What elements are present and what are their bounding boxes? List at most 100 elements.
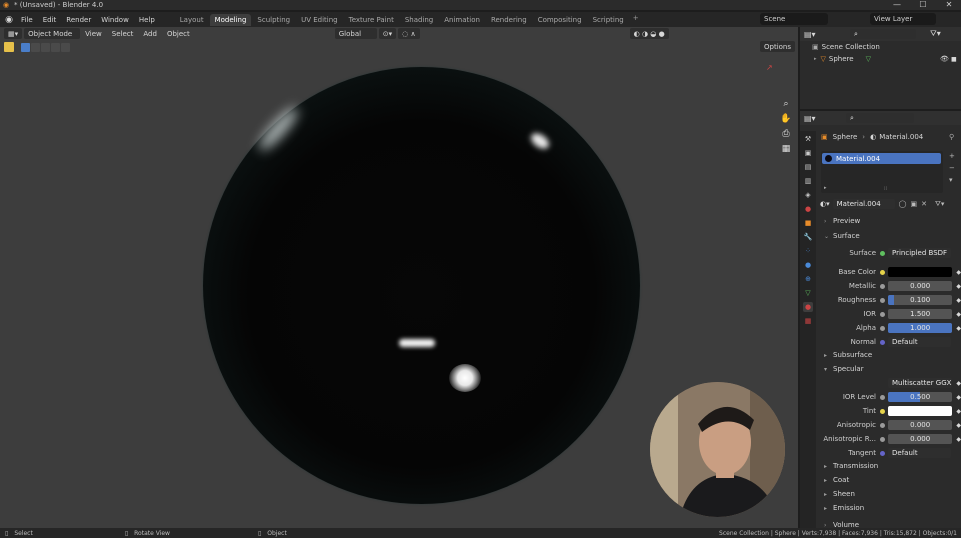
add-workspace-button[interactable]: + — [630, 14, 642, 26]
tab-layout[interactable]: Layout — [175, 14, 209, 26]
ior-field[interactable]: 1.500 — [888, 309, 953, 319]
menu-add[interactable]: Add — [138, 30, 162, 38]
hand-icon[interactable]: ✋ — [780, 114, 791, 124]
modifier-tab-icon[interactable]: 🔧 — [803, 232, 813, 242]
filter-icon[interactable]: ⛛▾ — [935, 200, 944, 209]
distribution-dropdown[interactable]: Multiscatter GGX — [888, 378, 953, 388]
snap-button[interactable]: ⊙▾ — [378, 28, 397, 39]
scene-tab-icon[interactable]: ◈ — [803, 190, 813, 200]
texture-tab-icon[interactable]: ▦ — [803, 316, 813, 326]
grid-icon[interactable]: ▦ — [782, 144, 791, 154]
section-surface[interactable]: ⌄ Surface — [824, 230, 954, 242]
outliner-editor-icon[interactable]: ▤▾ — [804, 30, 816, 39]
select-subtract-icon[interactable] — [41, 42, 50, 52]
select-box-icon[interactable] — [21, 42, 30, 52]
select-extend-icon[interactable] — [31, 42, 40, 52]
base-color-swatch[interactable] — [888, 267, 953, 277]
duplicate-icon[interactable]: ▣ — [910, 200, 917, 208]
view-layer-selector[interactable]: View Layer — [870, 13, 936, 25]
material-tab-icon[interactable]: ● — [803, 302, 813, 312]
render-camera-icon[interactable]: ■ — [951, 56, 957, 63]
physics-tab-icon[interactable]: ● — [803, 260, 813, 270]
options-button[interactable]: Options — [760, 41, 796, 52]
mode-selector[interactable]: Object Mode — [24, 28, 81, 39]
menu-help[interactable]: Help — [134, 16, 160, 24]
section-transmission[interactable]: ▸ Transmission — [824, 460, 954, 472]
constraints-tab-icon[interactable]: ⊕ — [803, 274, 813, 284]
keyframe-dot-icon[interactable]: ◆ — [956, 297, 961, 304]
filter-icon[interactable]: ⛛▾ — [930, 29, 941, 39]
tab-shading[interactable]: Shading — [400, 14, 438, 26]
menu-window[interactable]: Window — [96, 16, 134, 24]
select-intersect-icon[interactable] — [61, 42, 70, 52]
menu-edit[interactable]: Edit — [38, 16, 62, 24]
menu-render[interactable]: Render — [61, 16, 96, 24]
fake-user-icon[interactable]: ◯ — [899, 200, 907, 208]
tangent-field[interactable]: Default — [888, 448, 951, 458]
blender-menu-icon[interactable]: ◉ — [2, 15, 16, 25]
normal-field[interactable]: Default — [888, 337, 951, 347]
metallic-slider[interactable]: 0.000 — [888, 281, 953, 291]
keyframe-dot-icon[interactable]: ◆ — [956, 394, 961, 401]
render-tab-icon[interactable]: ▣ — [803, 148, 813, 158]
menu-file[interactable]: File — [16, 16, 38, 24]
world-tab-icon[interactable]: ● — [803, 204, 813, 214]
keyframe-dot-icon[interactable]: ◆ — [956, 380, 961, 387]
section-subsurface[interactable]: ▸ Subsurface — [824, 349, 954, 361]
anisotropic-slider[interactable]: 0.000 — [888, 420, 953, 430]
section-coat[interactable]: ▸ Coat — [824, 474, 954, 486]
resize-handle[interactable]: ⁞⁞ — [884, 186, 887, 192]
select-tool-icon[interactable] — [4, 42, 14, 52]
tool-tab-icon[interactable]: ⚒ — [803, 134, 813, 144]
viewport-shading-button[interactable]: ◐ ◑ ◒ ● — [629, 28, 669, 39]
roughness-slider[interactable]: 0.100 — [888, 295, 953, 305]
outliner-root[interactable]: Scene Collection — [822, 43, 880, 51]
menu-object[interactable]: Object — [162, 30, 195, 38]
keyframe-dot-icon[interactable]: ◆ — [956, 311, 961, 318]
surface-shader-field[interactable]: Principled BSDF — [888, 248, 951, 258]
properties-editor-icon[interactable]: ▤▾ — [804, 114, 816, 123]
data-tab-icon[interactable]: ▽ — [803, 288, 813, 298]
material-name-field[interactable]: Material.004 — [832, 199, 895, 209]
section-preview[interactable]: › Preview — [824, 215, 954, 227]
tab-rendering[interactable]: Rendering — [486, 14, 532, 26]
material-slot[interactable]: Material.004 — [822, 153, 941, 164]
particles-tab-icon[interactable]: ⁘ — [803, 246, 813, 256]
menu-view[interactable]: View — [80, 30, 107, 38]
editor-type-button[interactable]: ▦▾ — [4, 28, 23, 39]
tab-scripting[interactable]: Scripting — [588, 14, 629, 26]
camera-icon[interactable]: ⎙ — [782, 129, 789, 139]
material-browse-icon[interactable]: ◐▾ — [820, 200, 830, 208]
keyframe-dot-icon[interactable]: ◆ — [956, 436, 961, 443]
tab-texture-paint[interactable]: Texture Paint — [344, 14, 399, 26]
expand-icon[interactable]: ▸ — [814, 56, 817, 62]
view-layer-tab-icon[interactable]: ▥ — [803, 176, 813, 186]
proportional-edit-button[interactable]: ◌ ∧ — [398, 28, 420, 39]
orientation-selector[interactable]: Global — [334, 28, 377, 39]
tab-modeling[interactable]: Modeling — [209, 13, 252, 26]
axis-gizmo-icon[interactable]: ↗ — [766, 63, 773, 72]
tint-swatch[interactable] — [888, 406, 953, 416]
expand-icon[interactable]: ▸ — [824, 185, 827, 191]
scene-selector[interactable]: Scene — [760, 13, 828, 25]
section-specular[interactable]: ▾ Specular — [824, 363, 954, 375]
eye-icon[interactable]: 👁 — [940, 55, 949, 63]
minimize-button[interactable]: — — [884, 0, 910, 10]
keyframe-dot-icon[interactable]: ◆ — [956, 325, 961, 332]
anisotropic-rotation-slider[interactable]: 0.000 — [888, 434, 953, 444]
add-slot-button[interactable]: + — [949, 152, 955, 160]
select-invert-icon[interactable] — [51, 42, 60, 52]
keyframe-dot-icon[interactable]: ◆ — [956, 283, 961, 290]
ior-level-slider[interactable]: 0.500 — [888, 392, 953, 402]
maximize-button[interactable]: ☐ — [910, 0, 936, 10]
outliner-search-input[interactable]: ⌕ — [850, 29, 916, 39]
pin-icon[interactable]: ⚲ — [949, 133, 954, 141]
keyframe-dot-icon[interactable]: ◆ — [956, 422, 961, 429]
sphere-object[interactable] — [203, 67, 640, 504]
remove-slot-button[interactable]: − — [949, 164, 955, 172]
output-tab-icon[interactable]: ▤ — [803, 162, 813, 172]
close-button[interactable]: ✕ — [936, 0, 961, 10]
zoom-icon[interactable]: ⌕ — [783, 99, 788, 109]
slot-specials-icon[interactable]: ▾ — [949, 176, 953, 184]
outliner-item-sphere[interactable]: ▸ ▽ Sphere ▽ 👁 ■ — [814, 54, 958, 64]
